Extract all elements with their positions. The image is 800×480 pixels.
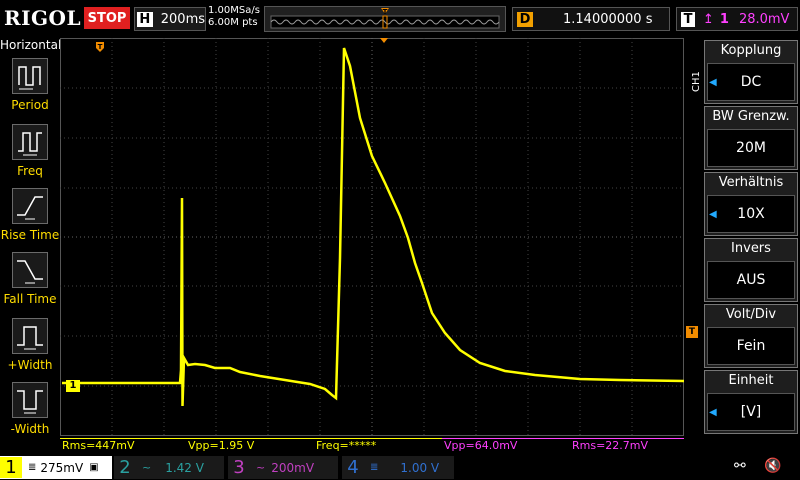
period-label: Period [11, 98, 49, 112]
fall-time-label: Fall Time [3, 292, 57, 306]
horizontal-delay-display[interactable]: D 1.14000000 s [512, 7, 670, 31]
volt-div-title: Volt/Div [725, 307, 777, 322]
bw-limit-menu-item[interactable]: BW Grenzw. 20M [704, 106, 798, 170]
timebase-value: 200ms [160, 11, 205, 27]
usb-icon: ⚯ [734, 458, 746, 474]
ch4-status[interactable]: 4 ≣ 1.00 V [342, 456, 454, 479]
ch2-scale: 1.42 V [165, 460, 204, 475]
waveform-display[interactable]: T [60, 38, 692, 436]
run-stop-status[interactable]: STOP [84, 7, 130, 29]
rising-edge-icon: ↥ [703, 11, 714, 27]
unit-menu-item[interactable]: Einheit [V] ◀ [704, 370, 798, 434]
negative-width-label: -Width [10, 422, 50, 436]
probe-ratio-value: 10X [707, 195, 795, 233]
bw-limit-value: 20M [707, 129, 795, 167]
invert-menu-item[interactable]: Invers AUS [704, 238, 798, 302]
ch1-status[interactable]: 1 ≣ 275mV ▣ [0, 456, 112, 479]
invert-value: AUS [707, 261, 795, 299]
positive-width-icon [12, 318, 48, 354]
probe-ratio-menu-item[interactable]: Verhältnis 10X ◀ [704, 172, 798, 236]
measure-positive-width-button[interactable]: +Width [0, 318, 60, 380]
svg-text:T: T [383, 8, 388, 16]
ch1-number: 1 [0, 457, 22, 478]
speaker-muted-icon[interactable]: 🔇 [764, 458, 781, 474]
positive-width-label: +Width [7, 358, 53, 372]
bandwidth-limit-icon: ▣ [89, 462, 99, 473]
sample-rate: 1.00MSa/s [208, 5, 260, 16]
ch2-status[interactable]: 2 ~ 1.42 V [114, 456, 224, 479]
rise-time-label: Rise Time [0, 228, 60, 242]
measurement-rms-ch1: Rms=447mV [60, 438, 186, 453]
trigger-display[interactable]: T ↥ 1 28.0mV [676, 7, 798, 31]
ch3-scale: 200mV [271, 460, 315, 475]
freq-label: Freq [17, 164, 43, 178]
timebase-display[interactable]: H 200ms [134, 7, 206, 31]
rise-time-icon [12, 188, 48, 224]
period-icon [12, 58, 48, 94]
ch1-scale: 275mV [40, 460, 84, 475]
ch4-scale: 1.00 V [400, 460, 440, 475]
ch4-number: 4 [347, 457, 359, 478]
memory-overview-bar[interactable]: T [264, 6, 506, 32]
trigger-source: 1 [719, 11, 729, 27]
coupling-title: Kopplung [720, 43, 782, 58]
measure-rise-time-button[interactable]: Rise Time [0, 188, 60, 250]
menu-channel-label: CH1 [691, 71, 702, 92]
measure-period-button[interactable]: Period [0, 58, 60, 120]
memory-depth: 6.00M pts [208, 17, 258, 28]
dc-coupling-icon: ≣ [28, 462, 37, 473]
measurement-freq-ch1: Freq=***** [314, 438, 442, 453]
left-arrow-icon: ◀ [709, 77, 717, 88]
invert-title: Invers [731, 241, 771, 256]
left-arrow-icon: ◀ [709, 407, 717, 418]
ac-coupling-icon: ~ [142, 461, 152, 474]
menu-title: Horizontal [0, 38, 62, 52]
svg-text:T: T [98, 43, 103, 51]
memory-waveform-thumbnail: T [270, 8, 500, 29]
volt-div-menu-item[interactable]: Volt/Div Fein [704, 304, 798, 368]
ch1-offset-marker[interactable]: 1 [66, 380, 80, 392]
measure-freq-button[interactable]: Freq [0, 124, 60, 186]
volt-div-value: Fein [707, 327, 795, 365]
timebase-label: H [137, 11, 153, 27]
ch2-number: 2 [119, 457, 131, 478]
dc-coupling-icon: ≣ [370, 462, 379, 473]
measurement-rms-ch3: Rms=22.7mV [570, 438, 684, 453]
rigol-logo: RIGOL [4, 6, 82, 30]
ac-coupling-icon: ~ [256, 461, 266, 474]
measure-negative-width-button[interactable]: -Width [0, 382, 60, 444]
measurement-vpp-ch3: Vpp=64.0mV [442, 438, 570, 453]
acquisition-info: 1.00MSa/s 6.00M pts [208, 5, 260, 29]
probe-ratio-title: Verhältnis [718, 175, 784, 190]
coupling-menu-item[interactable]: Kopplung DC ◀ [704, 40, 798, 104]
trigger-level-flag-icon[interactable]: T [686, 326, 698, 338]
freq-icon [12, 124, 48, 160]
ch3-status[interactable]: 3 ~ 200mV [228, 456, 338, 479]
coupling-value: DC [707, 63, 795, 101]
bw-limit-title: BW Grenzw. [712, 109, 790, 124]
trigger-level: 28.0mV [738, 11, 790, 27]
delay-value: 1.14000000 s [563, 11, 653, 27]
delay-label: D [517, 11, 533, 27]
measure-fall-time-button[interactable]: Fall Time [0, 252, 60, 314]
unit-title: Einheit [728, 373, 774, 388]
negative-width-icon [12, 382, 48, 418]
measurement-vpp-ch1: Vpp=1.95 V [186, 438, 314, 453]
fall-time-icon [12, 252, 48, 288]
trigger-label: T [681, 11, 695, 27]
waveform-grid: T [60, 38, 692, 436]
ch3-number: 3 [233, 457, 245, 478]
unit-value: [V] [707, 393, 795, 431]
left-arrow-icon: ◀ [709, 209, 717, 220]
